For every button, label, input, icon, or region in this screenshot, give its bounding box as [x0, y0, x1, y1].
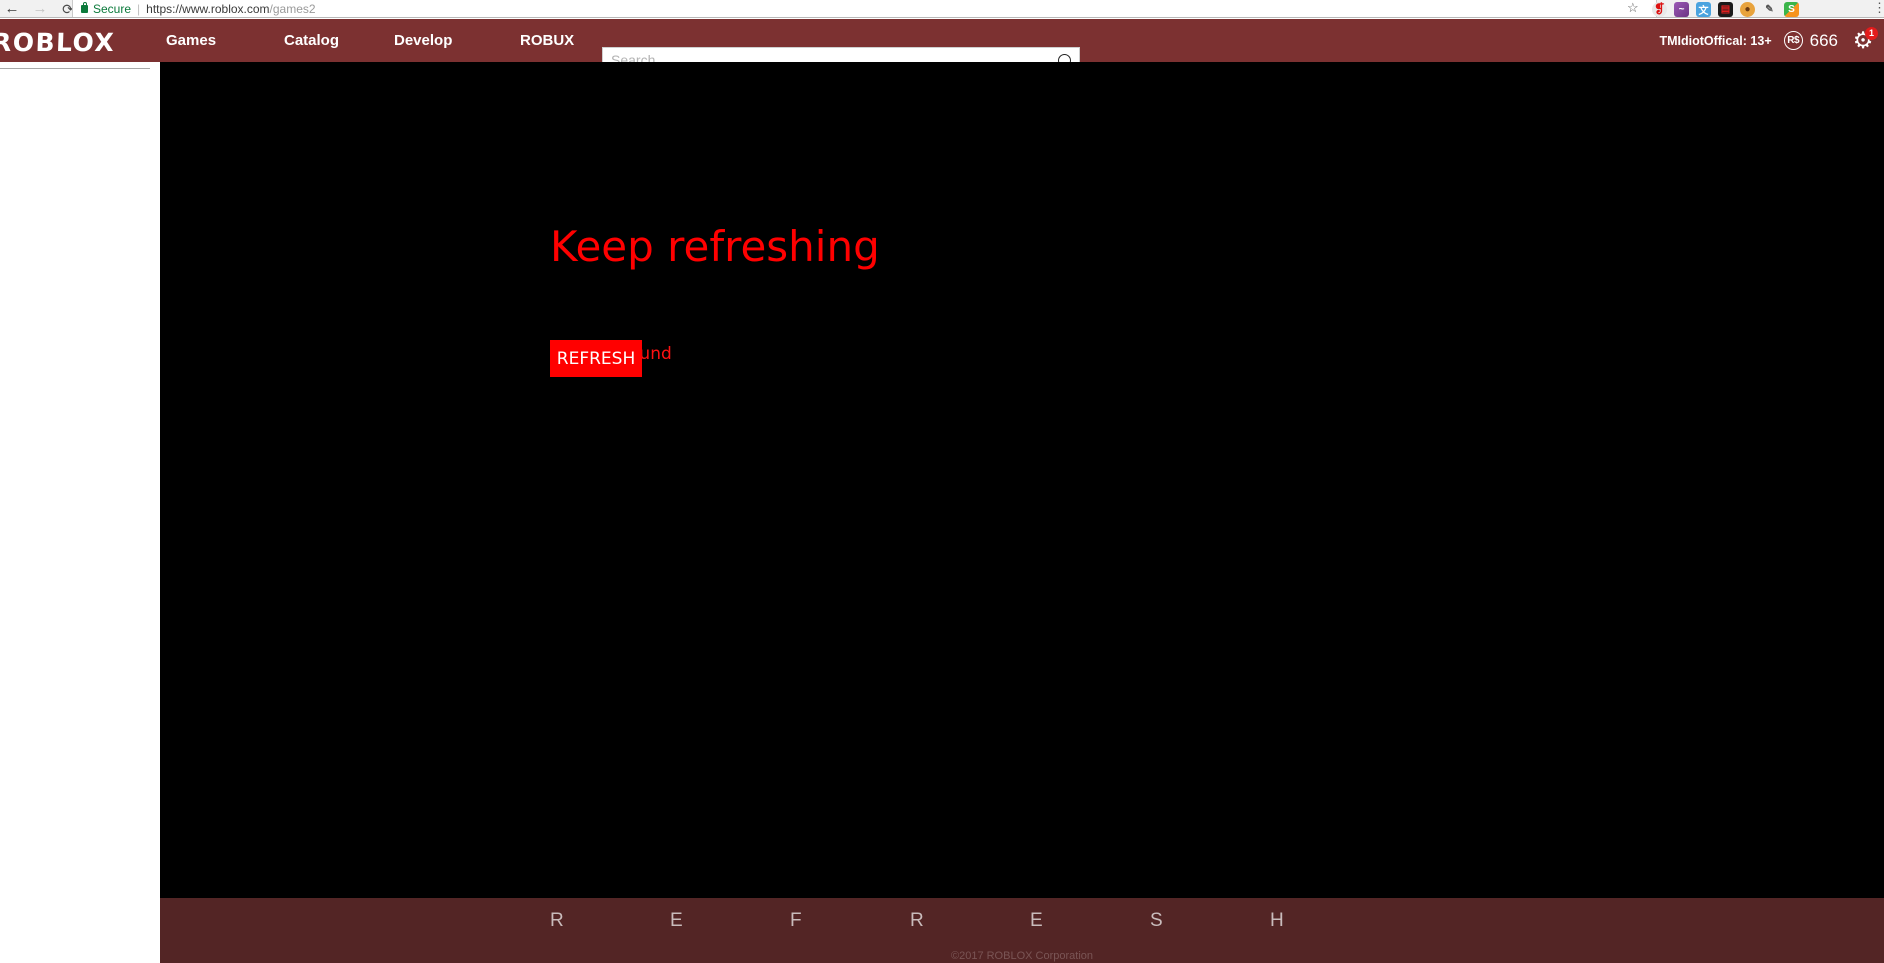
forward-arrow-icon[interactable]: →: [30, 0, 50, 18]
username-label[interactable]: TMIdiotOffical: 13+: [1659, 34, 1771, 48]
url-path: /games2: [269, 1, 316, 16]
page-footer: R E F R E S H ©2017 ROBLOX Corporation: [160, 898, 1884, 963]
copyright-text: ©2017 ROBLOX Corporation: [950, 950, 1093, 962]
footer-letter-row: R E F R E S H: [550, 910, 1390, 932]
browser-nav-buttons: ← → ⟳: [0, 0, 78, 18]
footer-letter: S: [1150, 910, 1163, 931]
back-arrow-icon[interactable]: ←: [2, 0, 22, 18]
header-user-area: TMIdiotOffical: 13+ R$ 666 ⚙ 1: [1659, 19, 1878, 62]
roblox-header: ROBLOX Games Catalog Develop ROBUX TMIdi…: [0, 19, 1884, 73]
footer-letter: H: [1270, 910, 1284, 931]
eyedropper-extension-icon[interactable]: ✎: [1762, 1, 1777, 17]
browser-extension-bar: ❡ ~ 文 ▤ ● ✎ S: [1652, 0, 1799, 18]
footer-letter: E: [1030, 910, 1043, 931]
footer-letter: R: [550, 910, 564, 931]
footer-letter: E: [670, 910, 683, 931]
roblox-logo[interactable]: ROBLOX: [0, 28, 116, 57]
nav-item-robux[interactable]: ROBUX: [520, 32, 574, 49]
recorder-extension-icon[interactable]: ▤: [1718, 1, 1733, 17]
url-separator: |: [137, 1, 141, 16]
translate-extension-icon[interactable]: 文: [1696, 1, 1711, 17]
left-sidebar: [0, 62, 160, 963]
cookie-extension-icon[interactable]: ●: [1740, 1, 1755, 17]
nav-item-develop[interactable]: Develop: [394, 32, 452, 49]
footer-letter: F: [790, 910, 802, 931]
s-extension-icon[interactable]: S: [1784, 1, 1799, 17]
refresh-button[interactable]: REFRESH: [550, 340, 642, 377]
secure-label: Secure: [93, 1, 132, 16]
notification-badge: 1: [1865, 26, 1878, 40]
bookmark-star-icon[interactable]: ☆: [1627, 1, 1639, 14]
address-bar[interactable]: Secure | https://www.roblox.com /games2: [72, 0, 1657, 17]
robux-icon: R$: [1783, 31, 1803, 50]
main-content: Keep refreshing almost found REFRESH: [160, 62, 1884, 898]
nav-item-catalog[interactable]: Catalog: [284, 32, 339, 49]
robux-count: 666: [1809, 30, 1838, 50]
snake-extension-icon[interactable]: ~: [1674, 1, 1689, 17]
sidebar-divider: [0, 68, 150, 69]
url-host: https://www.roblox.com: [146, 1, 270, 16]
browser-menu-icon[interactable]: ⋮: [1873, 1, 1884, 14]
footer-letter: R: [910, 910, 924, 931]
nav-item-games[interactable]: Games: [166, 32, 216, 49]
settings-button[interactable]: ⚙ 1: [1850, 26, 1878, 54]
robux-balance[interactable]: R$ 666: [1783, 30, 1838, 51]
page-title: Keep refreshing: [550, 222, 880, 271]
lock-icon: [81, 1, 88, 13]
avira-extension-icon[interactable]: ❡: [1652, 1, 1667, 17]
